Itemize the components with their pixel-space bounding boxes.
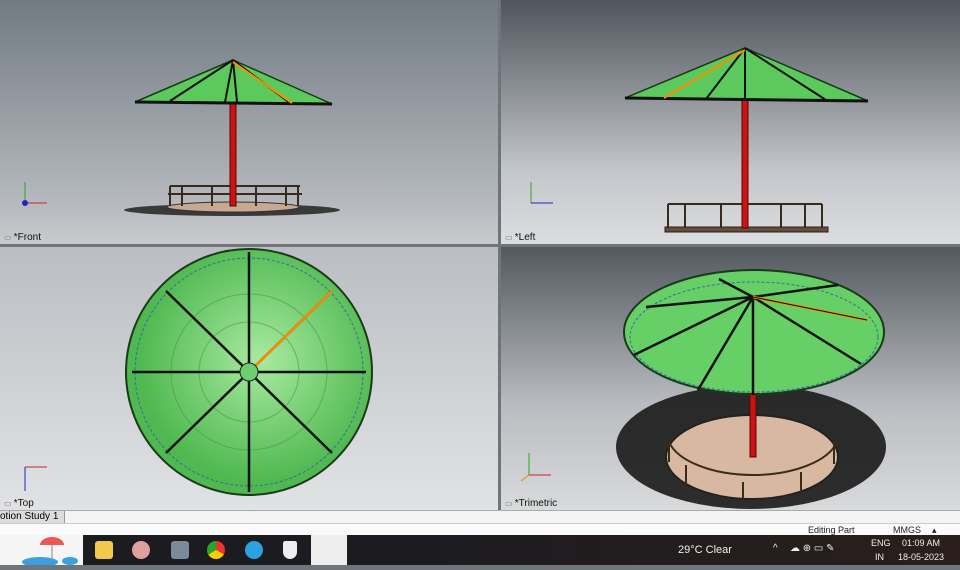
widgets-button[interactable] [0, 535, 83, 567]
canopy [624, 47, 869, 102]
lang-code[interactable]: ENG [871, 538, 891, 548]
axis-triad-icon [24, 466, 47, 491]
network-icon[interactable]: ☁ ⊕ ▭ ✎ [790, 543, 835, 554]
telegram-icon[interactable] [245, 541, 263, 559]
viewport-trimetric[interactable]: *Trimetric [501, 247, 960, 510]
clock-time[interactable]: 01:09 AM [902, 538, 940, 548]
pole [229, 99, 237, 207]
solidworks-app-icon[interactable] [311, 535, 347, 565]
file-explorer-icon[interactable] [95, 541, 113, 559]
axis-triad-icon [530, 182, 553, 204]
bottom-tab-bar: otion Study 1 [0, 510, 960, 523]
viewport-label: *Front [4, 232, 41, 243]
calculator-icon[interactable] [171, 541, 189, 559]
clock-date[interactable]: 18-05-2023 [898, 552, 944, 562]
chrome-icon[interactable] [207, 541, 225, 559]
snipping-tool-icon[interactable] [132, 541, 150, 559]
viewport-label: *Trimetric [505, 498, 557, 509]
viewport-top[interactable]: *Top [0, 247, 498, 510]
tab-motion-study[interactable]: otion Study 1 [0, 511, 65, 523]
taskbar: 29°C Clear ^ ☁ ⊕ ▭ ✎ ENG IN 01:09 AM 18-… [0, 535, 960, 567]
viewport-front[interactable]: *Front [0, 0, 498, 244]
axis-triad-icon [22, 182, 47, 206]
pole [741, 97, 749, 229]
viewport-left[interactable]: *Left [501, 0, 960, 244]
security-icon[interactable] [283, 541, 297, 559]
axis-triad-icon [520, 453, 551, 482]
tray-chevron[interactable]: ^ [773, 543, 778, 554]
lang-region[interactable]: IN [875, 552, 884, 562]
units-selector[interactable]: MMGS [893, 525, 921, 535]
viewport-label: *Left [505, 232, 536, 243]
editing-mode: Editing Part [808, 525, 855, 535]
viewport-label: *Top [4, 498, 34, 509]
weather-widget[interactable]: 29°C Clear [678, 544, 732, 556]
